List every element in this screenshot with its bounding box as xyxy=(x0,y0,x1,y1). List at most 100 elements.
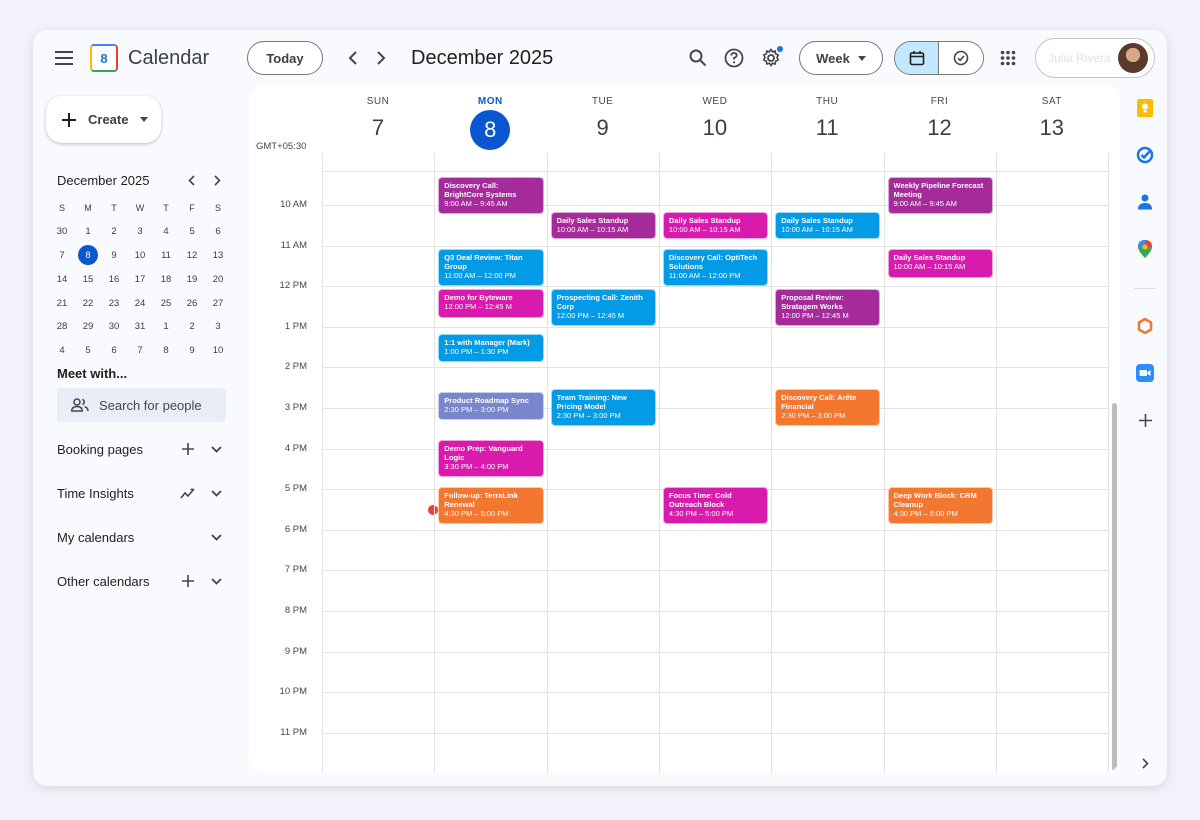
mini-calendar-day[interactable]: 4 xyxy=(49,339,75,363)
mini-calendar-day[interactable]: 29 xyxy=(75,315,101,339)
day-header-fri[interactable]: FRI 12 xyxy=(884,85,996,153)
mini-calendar-day[interactable]: 5 xyxy=(75,339,101,363)
next-week-button[interactable] xyxy=(369,44,393,72)
mini-calendar-day[interactable]: 31 xyxy=(127,315,153,339)
search-button[interactable] xyxy=(684,44,712,72)
calendar-event[interactable]: Discovery Call: Arête Financial 2:30 PM –… xyxy=(775,389,881,426)
mini-calendar-day[interactable]: 14 xyxy=(49,267,75,291)
calendar-event[interactable]: Proposal Review: Stratagem Works 12:00 PM… xyxy=(775,289,881,326)
mini-calendar-day[interactable]: 21 xyxy=(49,291,75,315)
view-select-dropdown[interactable]: Week xyxy=(799,41,883,75)
mini-calendar-day[interactable]: 30 xyxy=(49,220,75,244)
mini-calendar-prev-button[interactable] xyxy=(181,170,201,190)
mini-calendar-day[interactable]: 20 xyxy=(205,267,231,291)
calendar-event[interactable]: Daily Sales Standup 10:00 AM – 10:15 AM xyxy=(550,212,656,239)
calendar-event[interactable]: Q3 Deal Review: Titan Group 11:00 AM – 12… xyxy=(438,249,544,286)
contacts-app-button[interactable] xyxy=(1133,190,1157,214)
calendar-event[interactable]: Weekly Pipeline Forecast Meeting 9:00 AM … xyxy=(887,177,993,214)
mini-calendar-day[interactable]: 5 xyxy=(179,220,205,244)
mini-calendar-day[interactable]: 25 xyxy=(153,291,179,315)
vertical-scrollbar[interactable] xyxy=(1112,403,1117,771)
google-apps-button[interactable] xyxy=(994,44,1022,72)
expand-my-calendars-button[interactable] xyxy=(205,526,227,548)
calendar-view-toggle[interactable] xyxy=(895,42,940,74)
calendar-event[interactable]: 1:1 with Manager (Mark) 1:00 PM – 1:30 PM xyxy=(438,334,544,362)
calendar-event[interactable]: Discovery Call: OptiTech Solutions 11:00 … xyxy=(662,249,769,286)
expand-booking-pages-button[interactable] xyxy=(205,438,227,460)
main-menu-button[interactable] xyxy=(47,43,81,73)
booking-pages-section[interactable]: Booking pages xyxy=(57,437,227,461)
mini-calendar-day[interactable]: 17 xyxy=(127,267,153,291)
mini-calendar-day[interactable]: 11 xyxy=(153,244,179,268)
mini-calendar-day[interactable]: 7 xyxy=(49,244,75,268)
mini-calendar-day[interactable]: 2 xyxy=(101,220,127,244)
addon-app-button[interactable] xyxy=(1133,314,1157,338)
day-header-tue[interactable]: TUE 9 xyxy=(547,85,659,153)
calendar-event[interactable]: Discovery Call: BrightCore Systems 9:00 A… xyxy=(438,177,544,214)
other-calendars-section[interactable]: Other calendars xyxy=(57,569,227,593)
mini-calendar-day[interactable]: 13 xyxy=(205,244,231,268)
help-button[interactable] xyxy=(720,44,748,72)
mini-calendar-day[interactable]: 9 xyxy=(179,339,205,363)
mini-calendar-day[interactable]: 6 xyxy=(205,220,231,244)
settings-button[interactable] xyxy=(757,44,785,72)
mini-calendar-next-button[interactable] xyxy=(207,170,227,190)
zoom-app-button[interactable] xyxy=(1133,361,1157,385)
search-people-input[interactable]: Search for people xyxy=(57,388,226,422)
keep-app-button[interactable] xyxy=(1133,96,1157,120)
calendar-event[interactable]: Prospecting Call: Zenith Corp 12:00 PM – … xyxy=(550,289,656,326)
my-calendars-section[interactable]: My calendars xyxy=(57,525,227,549)
day-header-thu[interactable]: THU 11 xyxy=(771,85,883,153)
previous-week-button[interactable] xyxy=(341,44,365,72)
mini-calendar-day[interactable]: 26 xyxy=(179,291,205,315)
create-button[interactable]: Create xyxy=(46,96,161,143)
mini-calendar-day[interactable]: 19 xyxy=(179,267,205,291)
mini-calendar-day[interactable]: 3 xyxy=(127,220,153,244)
calendar-event[interactable]: Daily Sales Standup 10:00 AM – 10:15 AM xyxy=(662,212,769,239)
mini-calendar-day[interactable]: 6 xyxy=(101,339,127,363)
calendar-event[interactable]: Daily Sales Standup 10:00 AM – 10:15 AM xyxy=(775,212,881,239)
mini-calendar-day[interactable]: 2 xyxy=(179,315,205,339)
today-button[interactable]: Today xyxy=(247,41,323,75)
add-other-calendar-button[interactable] xyxy=(177,570,199,592)
calendar-event[interactable]: Daily Sales Standup 10:00 AM – 10:15 AM xyxy=(887,249,993,278)
mini-calendar-day[interactable]: 1 xyxy=(153,315,179,339)
calendar-event[interactable]: Team Training: New Pricing Model 2:30 PM … xyxy=(550,389,656,426)
calendar-event[interactable]: Demo for Byteware 12:00 PM – 12:45 M xyxy=(438,289,544,318)
mini-calendar-day[interactable]: 18 xyxy=(153,267,179,291)
mini-calendar-day[interactable]: 28 xyxy=(49,315,75,339)
mini-calendar-day[interactable]: 4 xyxy=(153,220,179,244)
mini-calendar-day[interactable]: 12 xyxy=(179,244,205,268)
calendar-event[interactable]: Demo Prep: Vanguard Logic 3:30 PM – 4:00 … xyxy=(438,440,544,477)
expand-side-panel-button[interactable] xyxy=(1133,751,1157,775)
mini-calendar-day[interactable]: 10 xyxy=(127,244,153,268)
mini-calendar-day[interactable]: 30 xyxy=(101,315,127,339)
expand-time-insights-button[interactable] xyxy=(205,482,227,504)
mini-calendar-day[interactable]: 16 xyxy=(101,267,127,291)
mini-calendar-day[interactable]: 8 xyxy=(153,339,179,363)
mini-calendar-day[interactable]: 1 xyxy=(75,220,101,244)
add-booking-page-button[interactable] xyxy=(177,438,199,460)
maps-app-button[interactable] xyxy=(1133,237,1157,261)
mini-calendar-day[interactable]: 3 xyxy=(205,315,231,339)
calendar-event[interactable]: Focus Time: Cold Outreach Block 4:30 PM –… xyxy=(662,487,769,524)
mini-calendar-day[interactable]: 27 xyxy=(205,291,231,315)
tasks-app-button[interactable] xyxy=(1133,143,1157,167)
expand-other-calendars-button[interactable] xyxy=(205,570,227,592)
mini-calendar-day[interactable]: 23 xyxy=(101,291,127,315)
tasks-view-toggle[interactable] xyxy=(939,42,983,74)
mini-calendar-day[interactable]: 8 xyxy=(75,244,101,268)
mini-calendar-day[interactable]: 22 xyxy=(75,291,101,315)
day-header-sat[interactable]: SAT 13 xyxy=(996,85,1108,153)
mini-calendar-day[interactable]: 7 xyxy=(127,339,153,363)
mini-calendar-day[interactable]: 24 xyxy=(127,291,153,315)
mini-calendar-day[interactable]: 15 xyxy=(75,267,101,291)
mini-calendar-day[interactable]: 9 xyxy=(101,244,127,268)
day-header-wed[interactable]: WED 10 xyxy=(659,85,771,153)
day-header-mon[interactable]: MON 8 xyxy=(434,85,546,153)
mini-calendar-day[interactable]: 10 xyxy=(205,339,231,363)
calendar-event[interactable]: Deep Work Block: CRM Cleanup 4:30 PM – 5:… xyxy=(887,487,993,524)
get-addons-button[interactable] xyxy=(1133,408,1157,432)
day-header-sun[interactable]: SUN 7 xyxy=(322,85,434,153)
calendar-event[interactable]: Product Roadmap Sync 2:30 PM – 3:00 PM xyxy=(438,392,544,420)
